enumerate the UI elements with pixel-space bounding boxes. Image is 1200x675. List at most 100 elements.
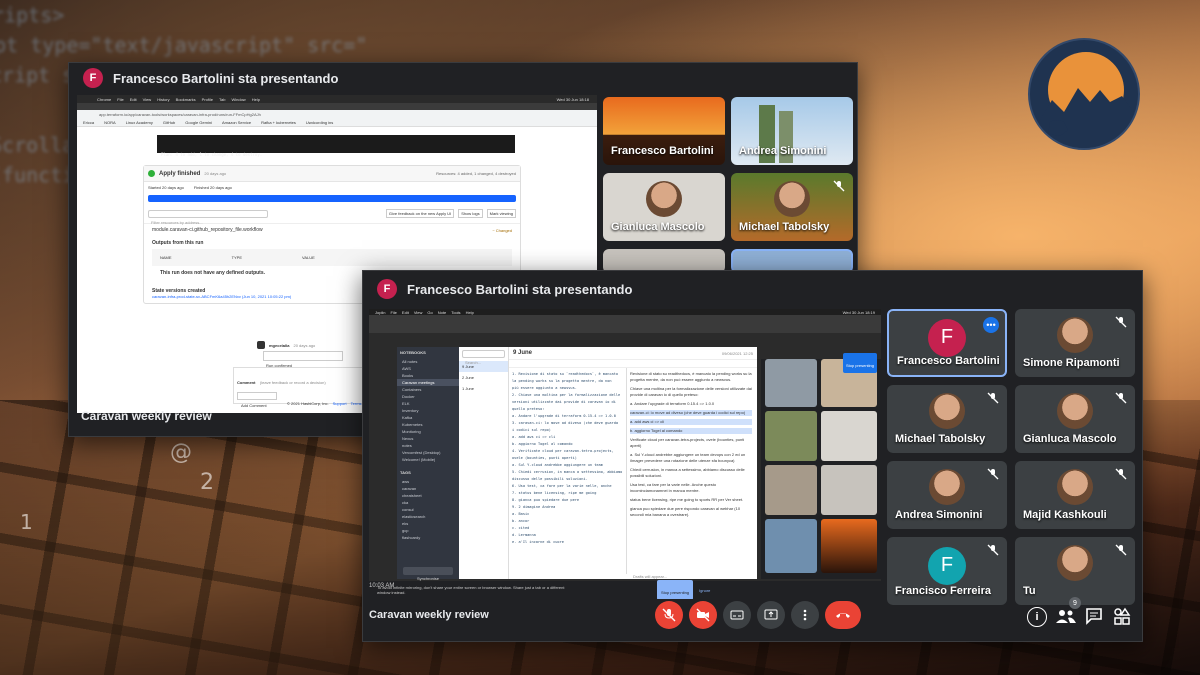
participant-tile[interactable]: Michael Tabolsky	[731, 173, 853, 241]
markdown-line: e. a'Il incarne di cuore	[512, 540, 564, 544]
tag-item[interactable]: caravan	[397, 485, 459, 492]
markdown-line: 8. gianca puo spiedare due pere	[512, 498, 580, 502]
people-button[interactable]: 9	[1055, 597, 1081, 627]
tags-label: TAGS	[400, 470, 411, 475]
note-item[interactable]: 1 June	[459, 383, 508, 394]
bookmark[interactable]: Linux Academy	[126, 120, 153, 125]
markdown-line: a. add aws ci => cli	[512, 435, 556, 439]
notebook-item[interactable]: notes	[397, 442, 459, 449]
menu-item[interactable]: Tab	[219, 97, 225, 102]
participant-avatar: F	[928, 546, 966, 585]
tag-item[interactable]: cka	[397, 499, 459, 506]
note-title[interactable]: 9 June	[513, 350, 532, 356]
participant-tile[interactable]: Majid Kashkouli	[1015, 461, 1135, 529]
participant-tile[interactable]: F ••• Francesco Bartolini	[887, 309, 1007, 377]
menu-item[interactable]: Profile	[202, 97, 213, 102]
markdown-line: 2. Chiave una moltina per la formalizzaz…	[512, 393, 621, 397]
menu-item[interactable]: Help	[466, 310, 474, 315]
menu-item[interactable]: View	[414, 310, 423, 315]
menu-item[interactable]: View	[143, 97, 152, 102]
notebook-item[interactable]: Monitoring	[397, 428, 459, 435]
participant-tile[interactable]: Andrea Simonini	[731, 97, 853, 165]
more-options-icon[interactable]: •••	[983, 317, 999, 333]
notebook-item[interactable]: All notes	[397, 358, 459, 365]
bookmark[interactable]: NORA	[104, 120, 116, 125]
resource-name[interactable]: module.caravan-ci.github_repository_file…	[152, 227, 263, 233]
finished-label: Finished 20 days ago	[193, 185, 232, 190]
menu-item[interactable]: Window	[231, 97, 245, 102]
changed-label: 1 changed	[156, 204, 175, 209]
bookmark[interactable]: GitHub	[163, 120, 175, 125]
bookmark[interactable]: Ericca	[83, 120, 94, 125]
menu-item[interactable]: Joplin	[375, 310, 385, 315]
notebook-item[interactable]: Kubernetes	[397, 421, 459, 428]
feedback-button[interactable]: Give feedback on the new Apply UI	[385, 209, 455, 218]
notebook-item[interactable]: Kafka	[397, 414, 459, 421]
present-button[interactable]	[757, 601, 785, 629]
participant-tile[interactable]: Andrea Simonini	[887, 461, 1007, 529]
menu-item[interactable]: Edit	[130, 97, 137, 102]
menu-item[interactable]: Help	[252, 97, 260, 102]
show-logs-button[interactable]: Show logs	[458, 209, 483, 218]
notebook-item[interactable]: Containers	[397, 386, 459, 393]
menu-item[interactable]: Go	[427, 310, 432, 315]
notebook-item[interactable]: Caravan meetings	[397, 379, 459, 386]
tag-item[interactable]: aws	[397, 478, 459, 485]
filter-input[interactable]: Filter resources by address...	[148, 209, 268, 225]
notebook-item[interactable]: Inventory	[397, 407, 459, 414]
tag-item[interactable]: consul	[397, 506, 459, 513]
notes-search-input[interactable]: Search...	[462, 350, 505, 365]
chat-button[interactable]	[1085, 607, 1105, 627]
bookmark[interactable]: Google Gemini	[185, 120, 212, 125]
tag-item[interactable]: flashcardy	[397, 534, 459, 541]
notebook-item[interactable]: Nexus	[397, 435, 459, 442]
mic-toggle-button[interactable]	[655, 601, 683, 629]
bookmark[interactable]: Uwdcording ins	[306, 120, 333, 125]
tag-item[interactable]: elasticsearch	[397, 513, 459, 520]
stop-presenting-top[interactable]: Stop presenting	[842, 353, 877, 373]
participant-photo	[1057, 316, 1093, 353]
changed-bar[interactable]: 1 changed	[148, 195, 516, 209]
tag-item[interactable]: cheatsheet	[397, 492, 459, 499]
activities-button[interactable]	[1113, 607, 1133, 627]
markdown-line: discusso delle possibili soluzioni.	[512, 477, 588, 481]
participant-tile[interactable]: Francesco Bartolini	[603, 97, 725, 165]
markdown-pane[interactable]: 1. Revisione di stato su `readthedocs`, …	[509, 368, 627, 574]
info-button[interactable]: i	[1027, 607, 1047, 627]
notebook-item[interactable]: AWS	[397, 365, 459, 372]
menu-item[interactable]: File	[390, 310, 396, 315]
tag-item[interactable]: eks	[397, 520, 459, 527]
notebook-item[interactable]: Books	[397, 372, 459, 379]
notebook-item[interactable]: Vercomfest (Desktop)	[397, 449, 459, 456]
address-bar[interactable]: app.terraform.io/app/caravan-tools/works…	[77, 110, 597, 119]
participant-tile[interactable]: Simone Ripamonti	[1015, 309, 1135, 377]
more-options-button[interactable]	[791, 601, 819, 629]
tag-item[interactable]: gcp	[397, 527, 459, 534]
camera-toggle-button[interactable]	[689, 601, 717, 629]
plan-output: Plan: 4 to add, 1 to change, 4 to destro…	[157, 135, 515, 157]
menu-item[interactable]: Chrome	[97, 97, 111, 102]
notebook-item[interactable]: ELK	[397, 400, 459, 407]
markdown-line: 4. Verificate cloud per caravan-tetra-pr…	[512, 449, 614, 453]
menu-item[interactable]: File	[117, 97, 123, 102]
menu-item[interactable]: Edit	[402, 310, 409, 315]
end-call-button[interactable]	[825, 601, 861, 629]
tag-list: aws caravan cheatsheet cka consul elasticsear…	[397, 478, 459, 541]
bookmark[interactable]: Rafka + kubernetes	[261, 120, 296, 125]
mark-viewing-button[interactable]: Mark viewing	[486, 209, 516, 218]
menu-item[interactable]: Tools	[451, 310, 460, 315]
bookmark[interactable]: Amazon Service	[222, 120, 251, 125]
plan-text: Plan: 4 to add, 1 to change, 4 to destro…	[161, 152, 263, 157]
menu-item[interactable]: Note	[438, 310, 446, 315]
participant-tile[interactable]: Gianluca Mascolo	[1015, 385, 1135, 453]
menu-item[interactable]: History	[157, 97, 169, 102]
synchronise-button[interactable]: Synchronise	[403, 567, 453, 581]
menu-item[interactable]: Bookmarks	[176, 97, 196, 102]
commenter-name: mgecelalla	[269, 342, 290, 348]
note-item[interactable]: 2 June	[459, 372, 508, 383]
notebook-item[interactable]: Docker	[397, 393, 459, 400]
notebook-item[interactable]: Welcome! (Mobile)	[397, 456, 459, 463]
captions-button[interactable]	[723, 601, 751, 629]
participant-tile[interactable]: Gianluca Mascolo	[603, 173, 725, 241]
participant-tile[interactable]: Michael Tabolsky	[887, 385, 1007, 453]
